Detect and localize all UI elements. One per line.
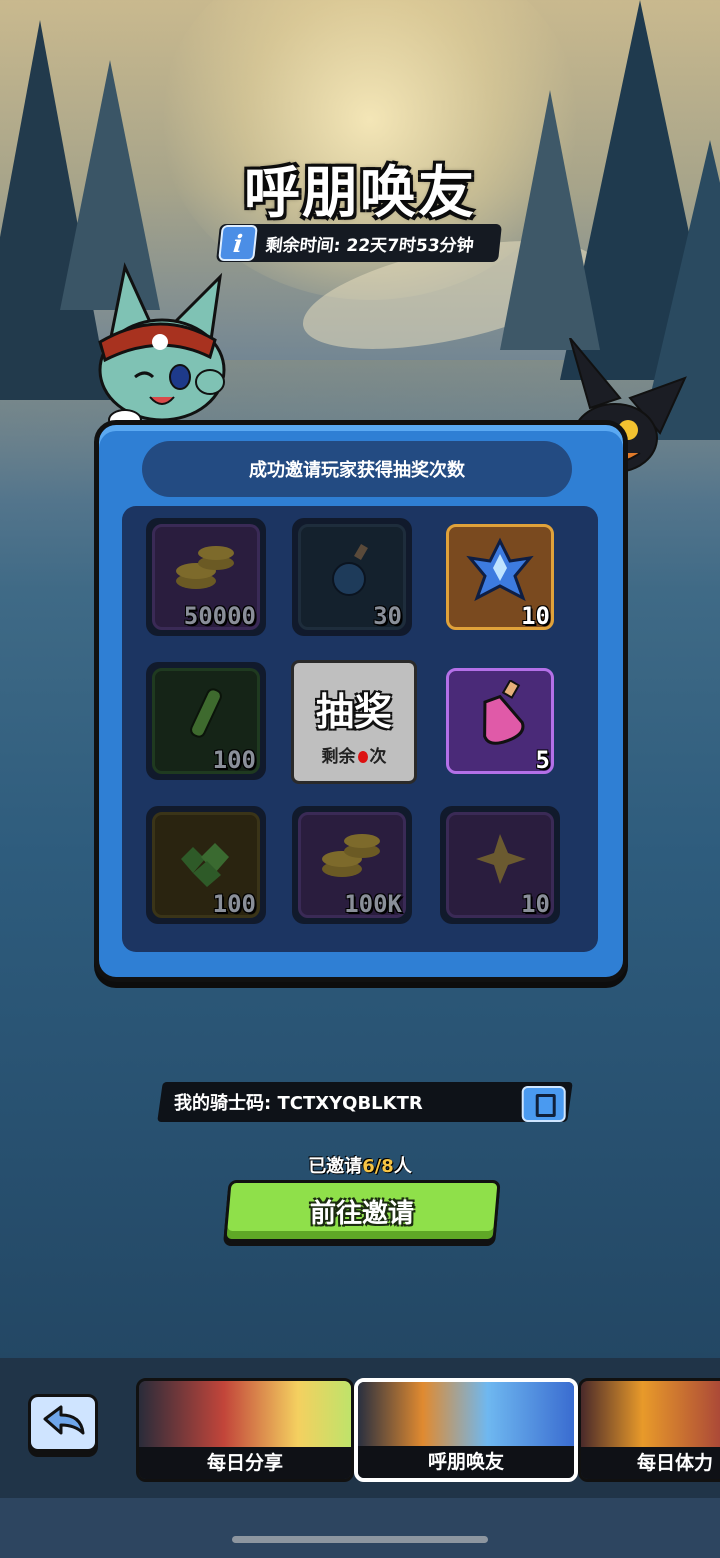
go-invite-label: 前往邀请 bbox=[309, 1198, 414, 1229]
invited-number: 6/8 bbox=[362, 1156, 394, 1177]
invited-prefix: 已邀请 bbox=[308, 1156, 363, 1177]
bottom-strip bbox=[0, 1498, 720, 1558]
draw-remaining-suffix: 次 bbox=[369, 747, 387, 767]
tab-invite-friends[interactable]: 呼朋唤友 bbox=[354, 1378, 578, 1482]
pink-potion-icon bbox=[483, 680, 525, 745]
draw-button[interactable]: 抽奖 剩余次 bbox=[291, 660, 417, 784]
knight-code-text: 我的骑士码: TCTXYQBLKTR bbox=[174, 1093, 423, 1114]
reward-amount: 50000 bbox=[183, 602, 256, 630]
star-shard-icon bbox=[476, 834, 526, 885]
reward-slot-star-shard: 10 bbox=[440, 806, 560, 924]
gems-icon bbox=[181, 843, 229, 888]
reward-amount: 100 bbox=[212, 746, 256, 774]
tab-daily-share-art bbox=[139, 1381, 351, 1447]
tab-invite-friends-label: 呼朋唤友 bbox=[358, 1446, 574, 1478]
invited-suffix: 人 bbox=[393, 1156, 412, 1177]
back-arrow-icon bbox=[43, 1405, 85, 1435]
coins-icon bbox=[176, 546, 234, 590]
home-indicator[interactable] bbox=[232, 1536, 488, 1543]
potion-icon bbox=[332, 544, 368, 597]
reward-slot-green-gems: 100 bbox=[146, 806, 266, 924]
reward-slot-potion-pink[interactable]: 5 bbox=[440, 662, 560, 780]
cat-mascot bbox=[98, 262, 226, 431]
reward-amount: 30 bbox=[373, 602, 402, 630]
coins-icon bbox=[322, 834, 380, 878]
reward-amount: 100 bbox=[212, 890, 256, 918]
copy-code-button[interactable] bbox=[521, 1086, 566, 1122]
tab-invite-friends-art bbox=[358, 1382, 574, 1448]
reward-slot-coins-large: 100K bbox=[292, 806, 412, 924]
reward-slot-crystal[interactable]: 10 bbox=[440, 518, 560, 636]
tab-daily-stamina-art bbox=[581, 1381, 720, 1447]
panel-header: 成功邀请玩家获得抽奖次数 bbox=[142, 441, 572, 497]
knight-code-bar: 我的骑士码: TCTXYQBLKTR bbox=[157, 1082, 573, 1122]
page-title: 呼朋唤友 bbox=[244, 161, 476, 226]
draw-remaining: 剩余次 bbox=[294, 742, 414, 767]
crystal-icon bbox=[466, 537, 534, 602]
info-icon[interactable]: i bbox=[218, 225, 258, 261]
panel-header-text: 成功邀请玩家获得抽奖次数 bbox=[249, 460, 465, 481]
tab-daily-share[interactable]: 每日分享 bbox=[136, 1378, 354, 1482]
reward-amount: 10 bbox=[521, 602, 550, 630]
reward-slot-coins: 50000 bbox=[146, 518, 266, 636]
tab-daily-stamina-label: 每日体力 bbox=[581, 1447, 720, 1479]
invited-count: 已邀请6/8人 bbox=[0, 1152, 720, 1178]
reward-slot-potion-blue: 30 bbox=[292, 518, 412, 636]
draw-button-label: 抽奖 bbox=[315, 690, 392, 734]
draw-remaining-prefix: 剩余 bbox=[321, 747, 356, 767]
tab-daily-share-label: 每日分享 bbox=[139, 1447, 351, 1479]
reward-slot-vial-green: 100 bbox=[146, 662, 266, 780]
go-invite-button[interactable]: 前往邀请 bbox=[223, 1180, 501, 1242]
reward-amount: 5 bbox=[535, 746, 550, 774]
remaining-time-text: 剩余时间: 22天7时53分钟 bbox=[264, 235, 475, 256]
reward-amount: 100K bbox=[344, 890, 402, 918]
reward-amount: 10 bbox=[521, 890, 550, 918]
back-button[interactable] bbox=[28, 1394, 98, 1452]
vial-icon bbox=[190, 688, 222, 738]
remaining-time-bar: i 剩余时间: 22天7时53分钟 bbox=[216, 224, 502, 262]
remaining-count-dot bbox=[357, 751, 368, 763]
tab-daily-stamina[interactable]: 每日体力 bbox=[578, 1378, 720, 1482]
